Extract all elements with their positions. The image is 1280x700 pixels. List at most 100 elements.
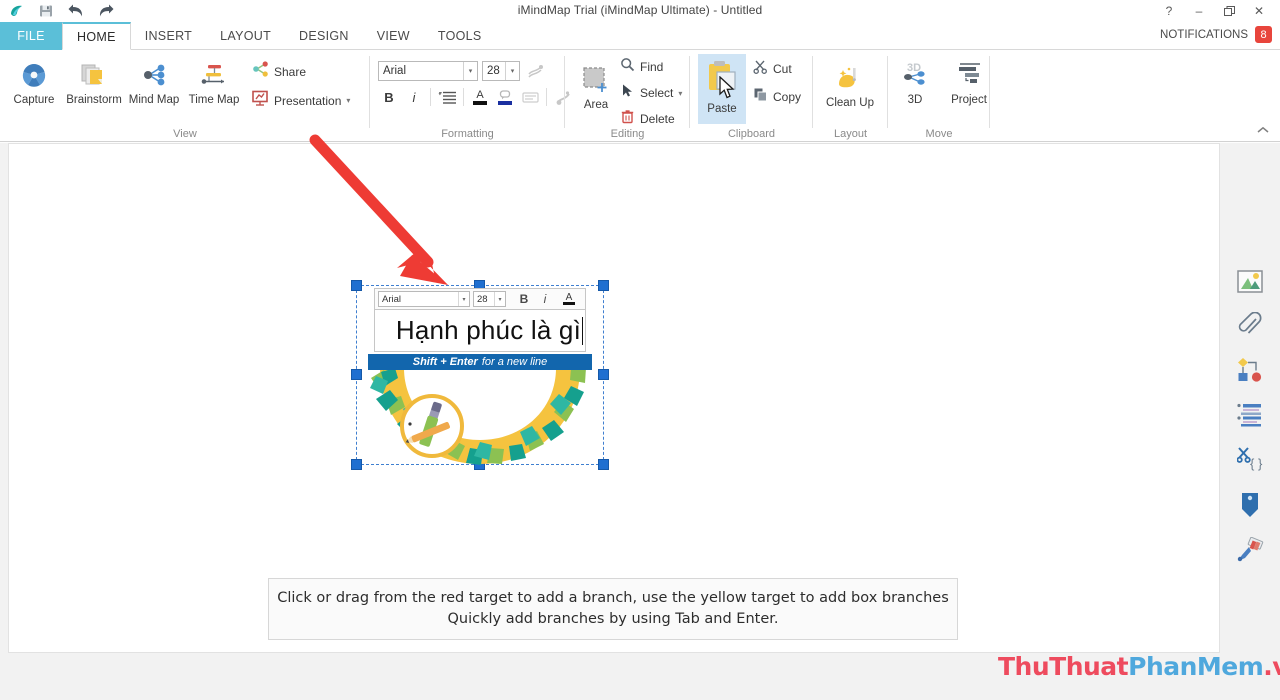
select-button[interactable]: Select ▾ xyxy=(617,82,685,104)
restore-button[interactable] xyxy=(1214,0,1244,22)
instruction-panel: Click or drag from the red target to add… xyxy=(268,578,958,640)
cut-button[interactable]: Cut xyxy=(750,58,804,80)
ribbon-group-formatting: Arial ▾ 28 ▾ B i A Formatting xyxy=(370,50,570,142)
paperclip-icon[interactable] xyxy=(1234,309,1266,341)
watermark-part-2: PhanMem xyxy=(1128,652,1264,681)
font-color-button[interactable]: A xyxy=(469,86,491,108)
close-button[interactable]: ✕ xyxy=(1244,0,1274,22)
tab-design[interactable]: DESIGN xyxy=(285,22,363,50)
find-button[interactable]: Find xyxy=(617,56,685,78)
inline-format-toolbar[interactable]: Arial ▾ 28 ▾ B i A xyxy=(374,288,586,310)
paintbrush-icon[interactable] xyxy=(1234,534,1266,566)
tab-insert[interactable]: INSERT xyxy=(131,22,206,50)
ribbon-tabs-bar: FILE HOME INSERT LAYOUT DESIGN VIEW TOOL… xyxy=(0,22,1280,50)
project-button[interactable]: Project xyxy=(939,53,999,106)
time-map-button[interactable]: Time Map xyxy=(184,53,244,106)
clean-up-button[interactable]: Clean Up xyxy=(817,56,883,109)
sparkle-broom-icon xyxy=(834,61,866,95)
share-label: Share xyxy=(274,64,307,79)
mindmap-canvas[interactable] xyxy=(8,143,1220,653)
project-label: Project xyxy=(951,94,987,106)
inline-font-family-value: Arial xyxy=(382,293,402,305)
chevron-down-icon[interactable]: ▾ xyxy=(678,89,682,98)
inline-font-family-combo[interactable]: Arial ▾ xyxy=(378,291,470,307)
tab-layout[interactable]: LAYOUT xyxy=(206,22,285,50)
chevron-down-icon[interactable]: ▾ xyxy=(458,292,469,306)
resize-handle-bottom-right[interactable] xyxy=(598,459,609,470)
chevron-down-icon[interactable]: ▾ xyxy=(505,62,519,80)
move-group-label: Move xyxy=(925,128,953,140)
clean-up-label: Clean Up xyxy=(826,97,874,109)
tab-tools[interactable]: TOOLS xyxy=(424,22,496,50)
font-color-swatch xyxy=(473,100,487,105)
delete-button[interactable]: Delete xyxy=(617,108,685,130)
code-snippet-icon[interactable]: { } xyxy=(1234,443,1266,475)
watermark: ThuThuatPhanMem.vn xyxy=(998,652,1280,681)
inline-font-size-combo[interactable]: 28 ▾ xyxy=(473,291,506,307)
copy-button[interactable]: Copy xyxy=(750,86,804,108)
image-icon[interactable] xyxy=(1234,266,1266,298)
ribbon-group-editing: Area Find Select ▾ Delete Editing xyxy=(565,50,690,142)
watermark-part-1: ThuThuat xyxy=(998,652,1129,681)
aperture-icon xyxy=(19,58,49,92)
capture-button[interactable]: Capture xyxy=(4,53,64,106)
central-node-artwork xyxy=(370,368,586,465)
notifications-badge: 8 xyxy=(1255,26,1272,43)
minimize-button[interactable]: – xyxy=(1184,0,1214,22)
inline-font-size-value: 28 xyxy=(477,293,488,305)
paste-button[interactable]: Paste xyxy=(698,54,746,124)
fill-color-button[interactable] xyxy=(494,86,516,108)
presentation-button[interactable]: Presentation ▾ xyxy=(248,88,353,113)
3d-nodes-icon: 3D xyxy=(899,58,931,92)
resize-handle-middle-left[interactable] xyxy=(351,369,362,380)
trash-icon xyxy=(620,109,635,129)
ribbon-group-layout: Clean Up Layout xyxy=(813,50,888,142)
tag-icon[interactable] xyxy=(1234,489,1266,521)
ribbon-group-move: 3D 3D Project Move xyxy=(888,50,990,142)
text-effect-icon[interactable] xyxy=(524,60,546,82)
font-size-combo[interactable]: 28 ▾ xyxy=(482,61,520,81)
flowchart-icon[interactable] xyxy=(1234,354,1266,386)
align-lines-icon[interactable] xyxy=(436,86,458,108)
ribbon-group-view: Capture Brainstorm Mind Map Time Map Sha… xyxy=(0,50,370,142)
svg-text:{ }: { } xyxy=(1250,456,1263,471)
inline-font-color-button[interactable]: A xyxy=(560,290,578,308)
font-family-combo[interactable]: Arial ▾ xyxy=(378,61,478,81)
notifications-label: NOTIFICATIONS xyxy=(1160,28,1248,41)
node-text-input[interactable]: Hạnh phúc là gì xyxy=(374,310,586,352)
brainstorm-label: Brainstorm xyxy=(66,94,122,106)
clipboard-group-label: Clipboard xyxy=(727,128,776,140)
cut-label: Cut xyxy=(773,62,792,76)
inline-italic-button[interactable]: i xyxy=(536,290,554,308)
highlight-icon[interactable] xyxy=(519,86,541,108)
tab-file[interactable]: FILE xyxy=(0,22,62,50)
area-button[interactable]: Area xyxy=(575,58,617,111)
3d-label: 3D xyxy=(907,94,923,106)
presentation-board-icon xyxy=(251,89,269,112)
layout-group-label: Layout xyxy=(833,128,868,140)
divider xyxy=(546,88,547,106)
presentation-dropdown-arrow[interactable]: ▾ xyxy=(346,96,350,105)
3d-button[interactable]: 3D 3D xyxy=(891,53,939,106)
collapse-ribbon-button[interactable] xyxy=(1252,121,1274,139)
mind-map-button[interactable]: Mind Map xyxy=(124,53,184,106)
bold-button[interactable]: B xyxy=(378,86,400,108)
share-button[interactable]: Share xyxy=(248,59,353,84)
copy-icon xyxy=(753,87,768,107)
inline-bold-button[interactable]: B xyxy=(515,290,533,308)
notes-list-icon[interactable] xyxy=(1234,399,1266,431)
notifications-button[interactable]: NOTIFICATIONS 8 xyxy=(1160,26,1272,43)
resize-handle-top-left[interactable] xyxy=(351,280,362,291)
instruction-line-1: Click or drag from the red target to add… xyxy=(277,589,949,606)
brainstorm-button[interactable]: Brainstorm xyxy=(64,53,124,106)
resize-handle-middle-right[interactable] xyxy=(598,369,609,380)
tab-view[interactable]: VIEW xyxy=(363,22,424,50)
resize-handle-bottom-left[interactable] xyxy=(351,459,362,470)
resize-handle-top-right[interactable] xyxy=(598,280,609,291)
help-button[interactable]: ? xyxy=(1154,0,1184,22)
delete-label: Delete xyxy=(640,112,675,126)
chevron-down-icon[interactable]: ▾ xyxy=(463,62,477,80)
italic-button[interactable]: i xyxy=(403,86,425,108)
tab-home[interactable]: HOME xyxy=(62,22,131,50)
chevron-down-icon[interactable]: ▾ xyxy=(494,292,505,306)
